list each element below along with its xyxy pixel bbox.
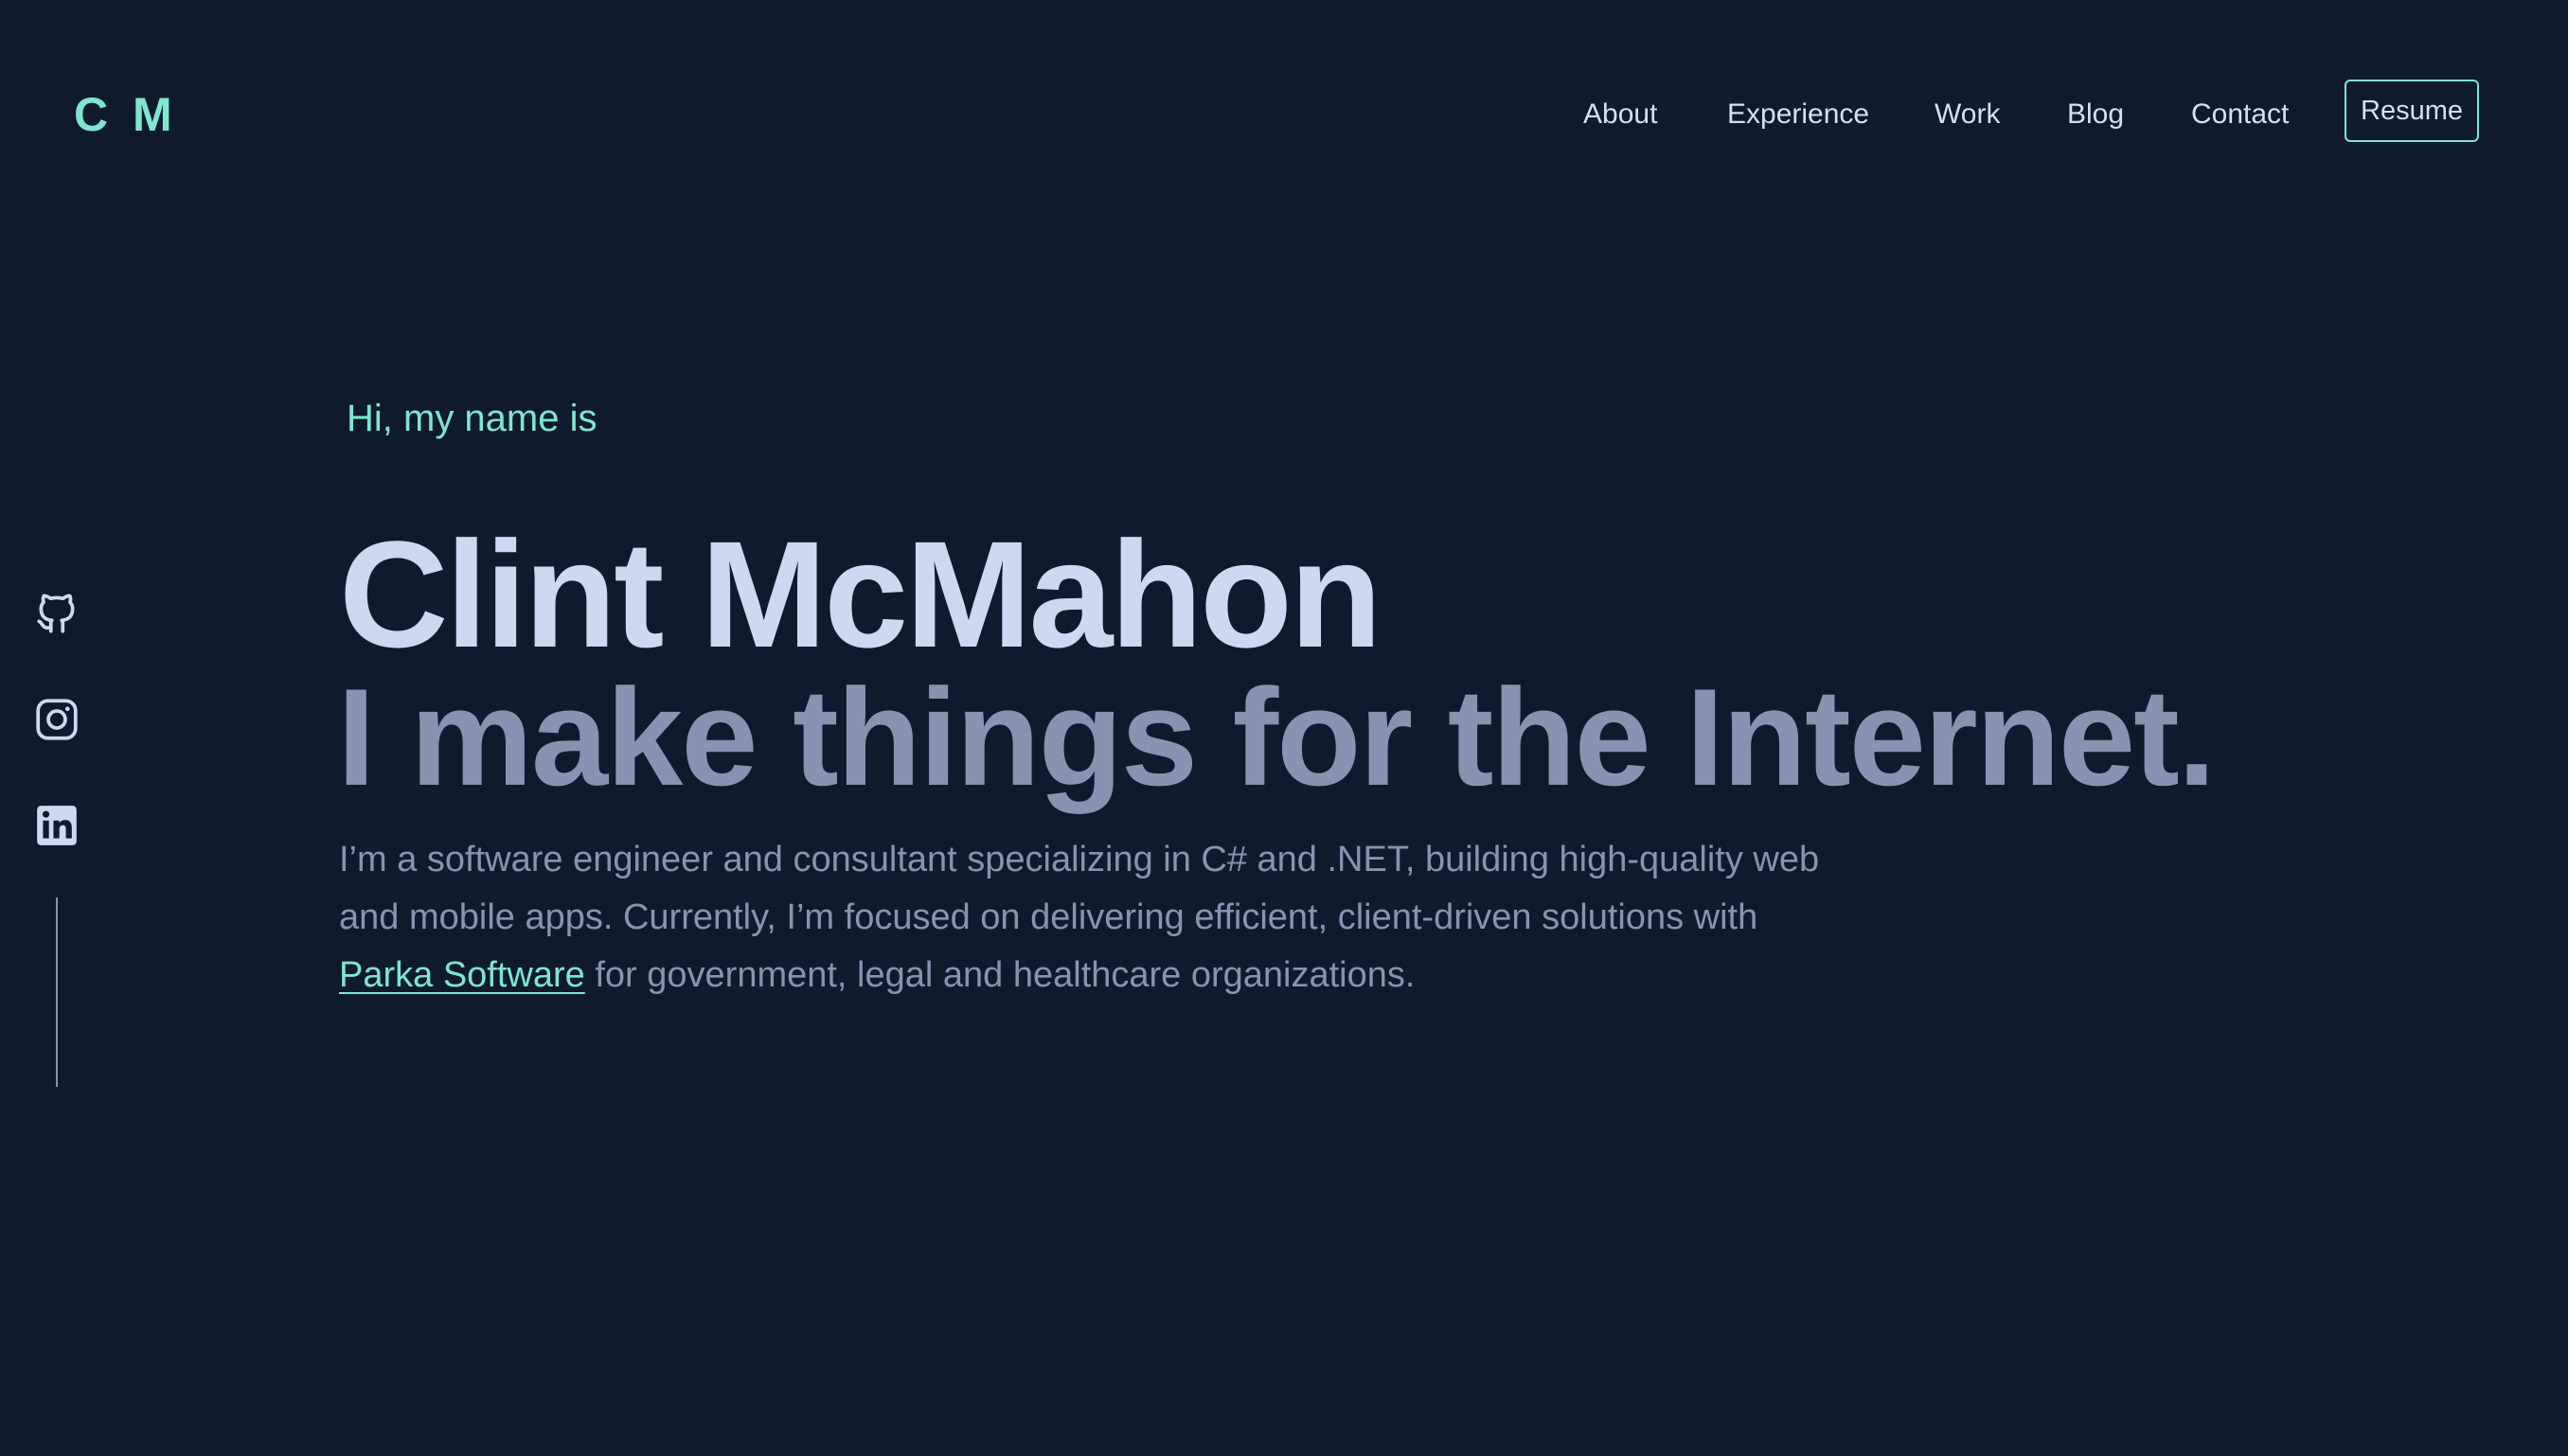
- logo[interactable]: C M: [74, 87, 178, 142]
- bio-text-end: for government, legal and healthcare org…: [584, 955, 1416, 995]
- social-divider-line: [56, 897, 58, 1087]
- github-icon: [37, 594, 75, 633]
- resume-button[interactable]: Resume: [2345, 80, 2479, 142]
- hero-bio: I’m a software engineer and consultant s…: [339, 831, 1854, 1004]
- instagram-icon: [36, 699, 78, 740]
- nav-item-blog[interactable]: Blog: [2067, 98, 2124, 131]
- page: C M About Experience Work Blog Contact R…: [0, 0, 2568, 1456]
- bio-text-start: I’m a software engineer and consultant s…: [339, 840, 1820, 937]
- linkedin-link[interactable]: [32, 801, 81, 850]
- nav-item-work[interactable]: Work: [1935, 98, 2000, 131]
- nav-item-contact[interactable]: Contact: [2191, 98, 2289, 131]
- nav-item-about[interactable]: About: [1583, 98, 1657, 131]
- instagram-link[interactable]: [32, 695, 81, 744]
- nav-item-experience[interactable]: Experience: [1727, 98, 1869, 131]
- github-link[interactable]: [32, 589, 81, 638]
- hero-name: Clint McMahon: [339, 509, 1382, 679]
- linkedin-icon: [37, 806, 77, 845]
- hero-greeting: Hi, my name is: [347, 398, 597, 439]
- parka-software-link[interactable]: Parka Software: [339, 955, 585, 995]
- hero-tagline: I make things for the Internet.: [337, 660, 2216, 814]
